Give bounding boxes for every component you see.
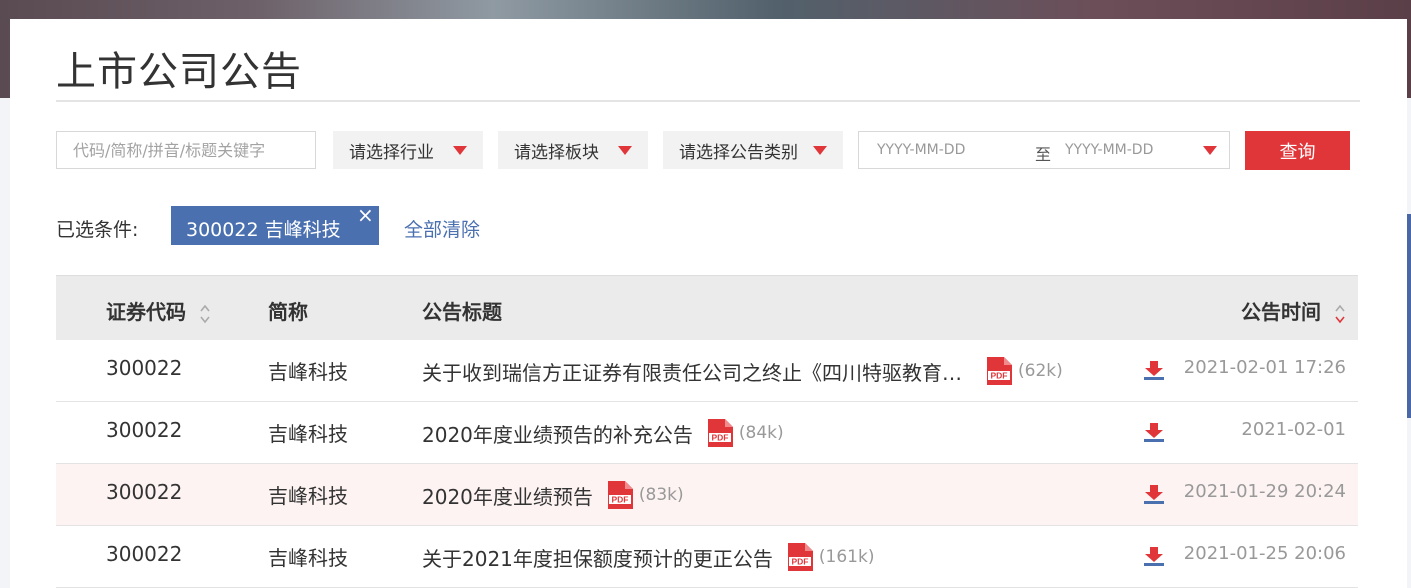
header-name: 简称 <box>268 300 308 324</box>
row-time: 2021-01-29 20:24 <box>1183 481 1346 502</box>
caret-down-icon <box>618 145 632 155</box>
selected-conditions-label: 已选条件: <box>56 219 139 241</box>
row-title-link[interactable]: 2020年度业绩预告 <box>422 481 593 510</box>
row-title-cell: 2020年度业绩预告 PDF (83k) <box>422 480 684 510</box>
row-time: 2021-02-01 <box>1241 419 1346 440</box>
pdf-icon[interactable]: PDF <box>984 356 1014 386</box>
row-name: 吉峰科技 <box>268 360 348 384</box>
selected-condition-chip: 300022 吉峰科技 × <box>171 203 379 245</box>
row-name: 吉峰科技 <box>268 422 348 446</box>
category-select-label: 请选择公告类别 <box>679 142 798 163</box>
svg-text:PDF: PDF <box>611 495 628 505</box>
header-time[interactable]: 公告时间 <box>1241 296 1346 325</box>
date-range-picker[interactable]: YYYY-MM-DD 至 YYYY-MM-DD <box>858 131 1230 169</box>
row-title-cell: 2020年度业绩预告的补充公告 PDF (84k) <box>422 418 784 448</box>
page-title: 上市公司公告 <box>56 49 302 95</box>
row-code: 300022 <box>106 542 183 566</box>
date-start-input[interactable]: YYYY-MM-DD <box>877 142 965 158</box>
svg-text:PDF: PDF <box>711 433 728 443</box>
board-select-label: 请选择板块 <box>514 142 599 163</box>
row-time: 2021-02-01 17:26 <box>1183 357 1346 378</box>
board-select[interactable]: 请选择板块 <box>498 131 648 169</box>
industry-select-label: 请选择行业 <box>349 142 434 163</box>
sort-icon <box>200 304 210 323</box>
caret-down-icon[interactable] <box>1203 146 1217 155</box>
header-code[interactable]: 证券代码 <box>106 296 211 325</box>
close-icon[interactable]: × <box>357 203 374 227</box>
table-header: 证券代码 简称 公告标题 公告时间 <box>56 275 1358 340</box>
svg-text:PDF: PDF <box>791 557 808 567</box>
announcement-panel: 上市公司公告 请选择行业 请选择板块 请选择公告类别 YYYY-MM-DD 至 … <box>10 19 1407 588</box>
row-code: 300022 <box>106 356 183 380</box>
file-size: (83k) <box>638 485 684 505</box>
header-title: 公告标题 <box>422 300 502 324</box>
header-time-label: 公告时间 <box>1241 300 1322 324</box>
pdf-icon[interactable]: PDF <box>705 418 735 448</box>
download-icon[interactable] <box>1143 483 1165 505</box>
table-row: 300022 吉峰科技 关于收到瑞信方正证券有限责任公司之终止《四川特驱教育… … <box>56 340 1358 402</box>
row-title-cell: 关于收到瑞信方正证券有限责任公司之终止《四川特驱教育… PDF (62k) <box>422 356 1063 386</box>
row-code: 300022 <box>106 480 183 504</box>
row-name: 吉峰科技 <box>268 546 348 570</box>
caret-down-icon <box>813 145 827 155</box>
date-end-input[interactable]: YYYY-MM-DD <box>1065 142 1153 158</box>
download-icon[interactable] <box>1143 545 1165 567</box>
pdf-icon[interactable]: PDF <box>785 542 815 572</box>
header-code-label: 证券代码 <box>106 300 186 324</box>
clear-all-link[interactable]: 全部清除 <box>404 215 480 242</box>
download-icon[interactable] <box>1143 421 1165 443</box>
date-range-separator: 至 <box>1035 145 1052 164</box>
chip-label: 300022 吉峰科技 <box>186 219 341 241</box>
caret-down-icon <box>453 145 467 155</box>
file-size: (84k) <box>738 423 784 443</box>
svg-text:PDF: PDF <box>991 371 1008 381</box>
file-size: (62k) <box>1018 361 1063 381</box>
table-row: 300022 吉峰科技 关于2021年度担保额度预计的更正公告 PDF (161… <box>56 526 1358 588</box>
file-size: (161k) <box>818 547 875 567</box>
row-time: 2021-01-25 20:06 <box>1183 543 1346 564</box>
row-title-link[interactable]: 2020年度业绩预告的补充公告 <box>422 419 693 448</box>
row-title-link[interactable]: 关于收到瑞信方正证券有限责任公司之终止《四川特驱教育… <box>422 357 962 386</box>
title-divider <box>56 100 1360 102</box>
row-name: 吉峰科技 <box>268 484 348 508</box>
table-row: 300022 吉峰科技 2020年度业绩预告 PDF (83k) 2021-01… <box>56 464 1358 526</box>
category-select[interactable]: 请选择公告类别 <box>663 131 843 169</box>
pdf-icon[interactable]: PDF <box>605 480 635 510</box>
row-code: 300022 <box>106 418 183 442</box>
query-button[interactable]: 查询 <box>1245 131 1350 170</box>
search-input[interactable] <box>56 131 316 169</box>
industry-select[interactable]: 请选择行业 <box>333 131 483 169</box>
sort-icon <box>1335 304 1345 323</box>
table-row: 300022 吉峰科技 2020年度业绩预告的补充公告 PDF (84k) 20… <box>56 402 1358 464</box>
row-title-cell: 关于2021年度担保额度预计的更正公告 PDF (161k) <box>422 542 874 572</box>
announcement-table: 证券代码 简称 公告标题 公告时间 300022 吉峰科技 关于收到瑞信方正证券… <box>56 275 1358 588</box>
download-icon[interactable] <box>1143 359 1165 381</box>
row-title-link[interactable]: 关于2021年度担保额度预计的更正公告 <box>422 543 773 572</box>
